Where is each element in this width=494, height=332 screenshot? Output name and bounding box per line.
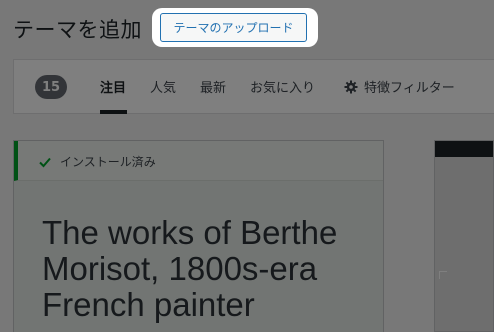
upload-theme-button[interactable]: テーマのアップロード xyxy=(160,13,307,42)
modal-overlay xyxy=(0,0,494,332)
